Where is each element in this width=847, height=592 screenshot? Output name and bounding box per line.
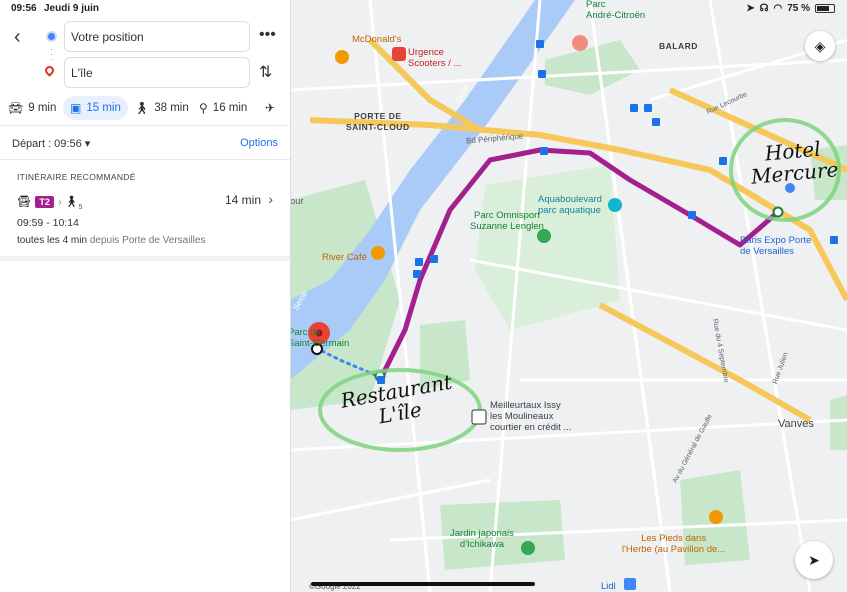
more-options-icon[interactable]: ••• xyxy=(259,26,276,44)
headphones-icon: ☊ xyxy=(759,3,769,14)
freq-main: toutes les 4 min xyxy=(17,235,88,246)
route-times: 09:59 - 10:14 xyxy=(17,217,79,229)
map-label-parc-omnisport[interactable]: Parc Omnisport Suzanne Lenglen xyxy=(470,210,544,232)
map-label-paris-expo[interactable]: Paris Expo Porte de Versailles xyxy=(740,235,811,257)
recenter-button[interactable]: ➤ xyxy=(795,541,833,579)
walk-minutes: 5 xyxy=(78,204,83,212)
bus-icon: 🚍︎ xyxy=(17,196,31,208)
annotation-hotel: Hotel Mercure xyxy=(750,136,840,189)
walk-icon: 🚶︎ xyxy=(134,101,150,115)
mode-transit[interactable]: ▣ 15 min xyxy=(63,96,128,120)
chevron-right-icon: › xyxy=(268,191,273,207)
car-icon: 🚘︎ xyxy=(8,101,24,115)
map-label-lidl[interactable]: Lidl xyxy=(601,581,616,592)
origin-dot-icon xyxy=(46,31,57,42)
route-frequency: toutes les 4 min depuis Porte de Versail… xyxy=(17,235,205,246)
home-indicator[interactable] xyxy=(311,582,535,586)
status-date: Jeudi 9 juin xyxy=(44,3,100,14)
divider xyxy=(0,125,290,126)
mode-walk-label: 38 min xyxy=(154,102,189,114)
origin-input[interactable]: Votre position xyxy=(64,21,250,52)
walk-icon: 🚶︎ xyxy=(64,196,79,208)
map-label-pieds-herbe[interactable]: Les Pieds dans l'Herbe (au Pavillon de..… xyxy=(622,533,725,555)
mode-flight[interactable]: ✈ xyxy=(265,96,275,120)
destination-pin-icon xyxy=(43,64,56,77)
plane-icon: ✈ xyxy=(265,101,276,115)
depart-label: Départ : 09:56 xyxy=(12,138,82,150)
connector-dots-icon: · · · xyxy=(50,44,53,64)
divider xyxy=(0,159,290,160)
layers-icon: ◈ xyxy=(814,37,826,54)
map-label-vanves: Vanves xyxy=(778,418,814,430)
route-duration: 14 min xyxy=(224,193,261,207)
navigation-arrow-icon: ➤ xyxy=(808,551,820,568)
layers-button[interactable]: ◈ xyxy=(805,31,835,61)
section-separator xyxy=(0,256,290,261)
directions-panel: ‹ · · · Votre position L'île ••• ⇅ 🚘︎ 9 min… xyxy=(0,0,291,592)
status-time: 09:56 xyxy=(11,3,37,14)
map-label-porte-st-cloud: PORTE DE SAINT-CLOUD xyxy=(346,111,410,132)
map-view[interactable]: McDonald's Urgence Scooters / ... Parc A… xyxy=(290,0,847,592)
map-label-urgence[interactable]: Urgence Scooters / ... xyxy=(408,47,461,69)
mode-bike-label: 16 min xyxy=(212,102,248,114)
location-icon: ➤ xyxy=(746,3,755,14)
battery-icon xyxy=(815,4,835,13)
swap-icon[interactable]: ⇅ xyxy=(259,62,272,82)
caret-down-icon: ▾ xyxy=(84,138,91,150)
map-label-mcdonalds[interactable]: McDonald's xyxy=(352,34,401,45)
map-label-aquaboulevard[interactable]: Aquaboulevard parc aquatique xyxy=(538,194,602,216)
options-link[interactable]: Options xyxy=(240,137,278,149)
bike-icon: ⚲ xyxy=(199,101,208,115)
destination-input[interactable]: L'île xyxy=(64,57,250,88)
transit-icon: ▣ xyxy=(70,101,82,115)
map-label-river-cafe[interactable]: River Café xyxy=(322,252,367,263)
mode-car-label: 9 min xyxy=(28,102,57,114)
map-label-parc-st-germain[interactable]: Parc de Saint-Germain xyxy=(290,327,349,349)
map-label-meilleurtaux[interactable]: Meilleurtaux Issy les Moulineaux courtie… xyxy=(490,400,571,433)
freq-from: depuis Porte de Versailles xyxy=(89,235,206,246)
tram-line-badge: T2 xyxy=(35,196,54,208)
status-bar: 09:56 Jeudi 9 juin ➤ ☊ ◠ 75 % xyxy=(0,0,847,18)
mode-transit-label: 15 min xyxy=(86,102,121,114)
mode-car[interactable]: 🚘︎ 9 min xyxy=(8,96,56,120)
mode-walk[interactable]: 🚶︎ 38 min xyxy=(134,96,189,120)
map-canvas xyxy=(290,0,847,592)
status-right: ➤ ☊ ◠ 75 % xyxy=(746,3,835,14)
recommended-heading: ITINÉRAIRE RECOMMANDÉ xyxy=(17,172,136,182)
wifi-icon: ◠ xyxy=(773,3,783,14)
mode-bike[interactable]: ⚲ 16 min xyxy=(199,96,247,120)
back-button[interactable]: ‹ xyxy=(14,26,21,49)
travel-modes: 🚘︎ 9 min ▣ 15 min 🚶︎ 38 min ⚲ 16 min ✈ xyxy=(0,96,290,122)
battery-percent: 75 % xyxy=(787,3,810,14)
route-option[interactable]: 🚍︎ T2 › 🚶︎5 14 min › xyxy=(17,191,277,212)
depart-time-dropdown[interactable]: Départ : 09:56 ▾ xyxy=(12,137,90,150)
map-label-balard: BALARD xyxy=(659,41,698,51)
map-label-jardin-japonais[interactable]: Jardin japonais d'Ichikawa xyxy=(450,528,514,550)
map-label-cour: our xyxy=(290,196,304,207)
